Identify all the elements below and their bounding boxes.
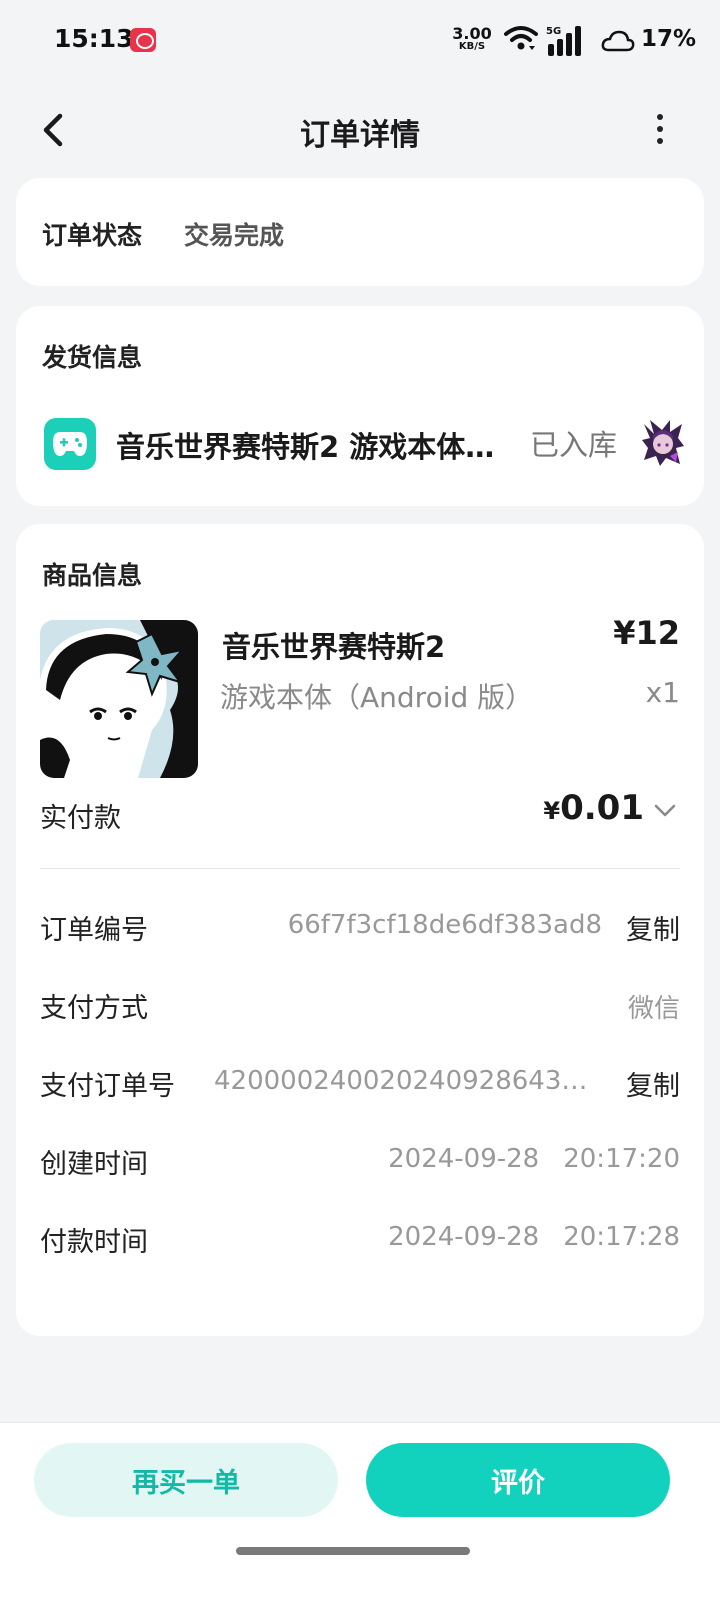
product-variant: 游戏本体（Android 版） bbox=[220, 681, 534, 714]
signal-label: 5G bbox=[546, 26, 561, 37]
status-time: 15:13 bbox=[54, 24, 134, 53]
order-number-label: 订单编号 bbox=[40, 915, 148, 946]
payment-method-value: 微信 bbox=[627, 994, 680, 1024]
order-status-card: 订单状态 交易完成 bbox=[16, 178, 704, 286]
more-icon[interactable] bbox=[648, 114, 672, 150]
network-speed: 3.00 KB/S bbox=[452, 26, 492, 52]
payment-order-label: 支付订单号 bbox=[40, 1071, 175, 1102]
bottom-action-bar: 再买一单 评价 bbox=[0, 1422, 720, 1604]
order-number-value: 66f7f3cf18de6df383ad8 bbox=[287, 910, 602, 940]
created-clock: 20:17:20 bbox=[563, 1144, 680, 1174]
payment-order-value: 4200002400202409286434... bbox=[214, 1066, 602, 1096]
divider bbox=[40, 868, 680, 869]
paid-time-label: 付款时间 bbox=[40, 1227, 148, 1258]
payment-order-row: 支付订单号 4200002400202409286434... 复制 bbox=[40, 1064, 680, 1104]
notification-app-icon bbox=[130, 28, 156, 52]
paid-date: 2024-09-28 bbox=[388, 1222, 540, 1252]
paid-time-value: 2024-09-28 20:17:28 bbox=[388, 1222, 680, 1252]
created-time-row: 创建时间 2024-09-28 20:17:20 bbox=[40, 1142, 680, 1182]
header: 订单详情 bbox=[0, 90, 720, 170]
created-time-label: 创建时间 bbox=[40, 1149, 148, 1180]
copy-order-number-button[interactable]: 复制 bbox=[626, 908, 680, 947]
paid-amount-label: 实付款 bbox=[40, 803, 121, 834]
product-section-title: 商品信息 bbox=[42, 561, 143, 590]
paid-time-row: 付款时间 2024-09-28 20:17:28 bbox=[40, 1220, 680, 1260]
network-speed-value: 3.00 bbox=[452, 24, 492, 43]
paid-clock: 20:17:28 bbox=[563, 1222, 680, 1252]
created-time-value: 2024-09-28 20:17:20 bbox=[388, 1144, 680, 1174]
delivery-title: 发货信息 bbox=[42, 343, 143, 372]
payment-method-label: 支付方式 bbox=[40, 993, 148, 1024]
cloud-icon bbox=[601, 30, 635, 52]
order-status-label: 订单状态 bbox=[42, 221, 143, 250]
product-quantity: x1 bbox=[645, 676, 680, 709]
delivery-card[interactable]: 发货信息 音乐世界赛特斯2 游戏本体（Android 版） 已入库 bbox=[16, 306, 704, 506]
status-bar: 15:13 3.00 KB/S 5G 17% bbox=[0, 0, 720, 84]
delivery-item-state: 已入库 bbox=[530, 428, 618, 462]
network-speed-unit: KB/S bbox=[458, 41, 486, 52]
character-avatar bbox=[642, 420, 684, 466]
product-name: 音乐世界赛特斯2 bbox=[222, 630, 446, 664]
battery-level: 17% bbox=[641, 26, 697, 52]
product-card: 商品信息 音乐世界赛特斯2 ¥12 游戏本体（Android 版） x1 实付款… bbox=[16, 524, 704, 1336]
product-price: ¥12 bbox=[613, 614, 680, 652]
wifi-icon bbox=[504, 26, 538, 50]
paid-currency: ¥ bbox=[543, 797, 561, 825]
review-button[interactable]: 评价 bbox=[366, 1443, 670, 1517]
order-number-row: 订单编号 66f7f3cf18de6df383ad8 复制 bbox=[40, 908, 680, 948]
chevron-down-icon[interactable] bbox=[654, 804, 676, 818]
page-title: 订单详情 bbox=[300, 118, 420, 153]
signal-icon: 5G bbox=[546, 26, 581, 56]
gamepad-icon bbox=[44, 418, 96, 470]
order-status-value: 交易完成 bbox=[184, 221, 285, 250]
product-cover-image[interactable] bbox=[40, 620, 198, 778]
paid-amount[interactable]: ¥0.01 bbox=[543, 788, 644, 828]
copy-payment-order-button[interactable]: 复制 bbox=[626, 1064, 680, 1103]
payment-method-row: 支付方式 微信 bbox=[40, 986, 680, 1026]
home-indicator[interactable] bbox=[236, 1547, 470, 1555]
paid-amount-value: 0.01 bbox=[560, 788, 644, 828]
created-date: 2024-09-28 bbox=[388, 1144, 540, 1174]
rebuy-button[interactable]: 再买一单 bbox=[34, 1443, 338, 1517]
delivery-item-name: 音乐世界赛特斯2 游戏本体（Android 版） bbox=[116, 430, 506, 464]
